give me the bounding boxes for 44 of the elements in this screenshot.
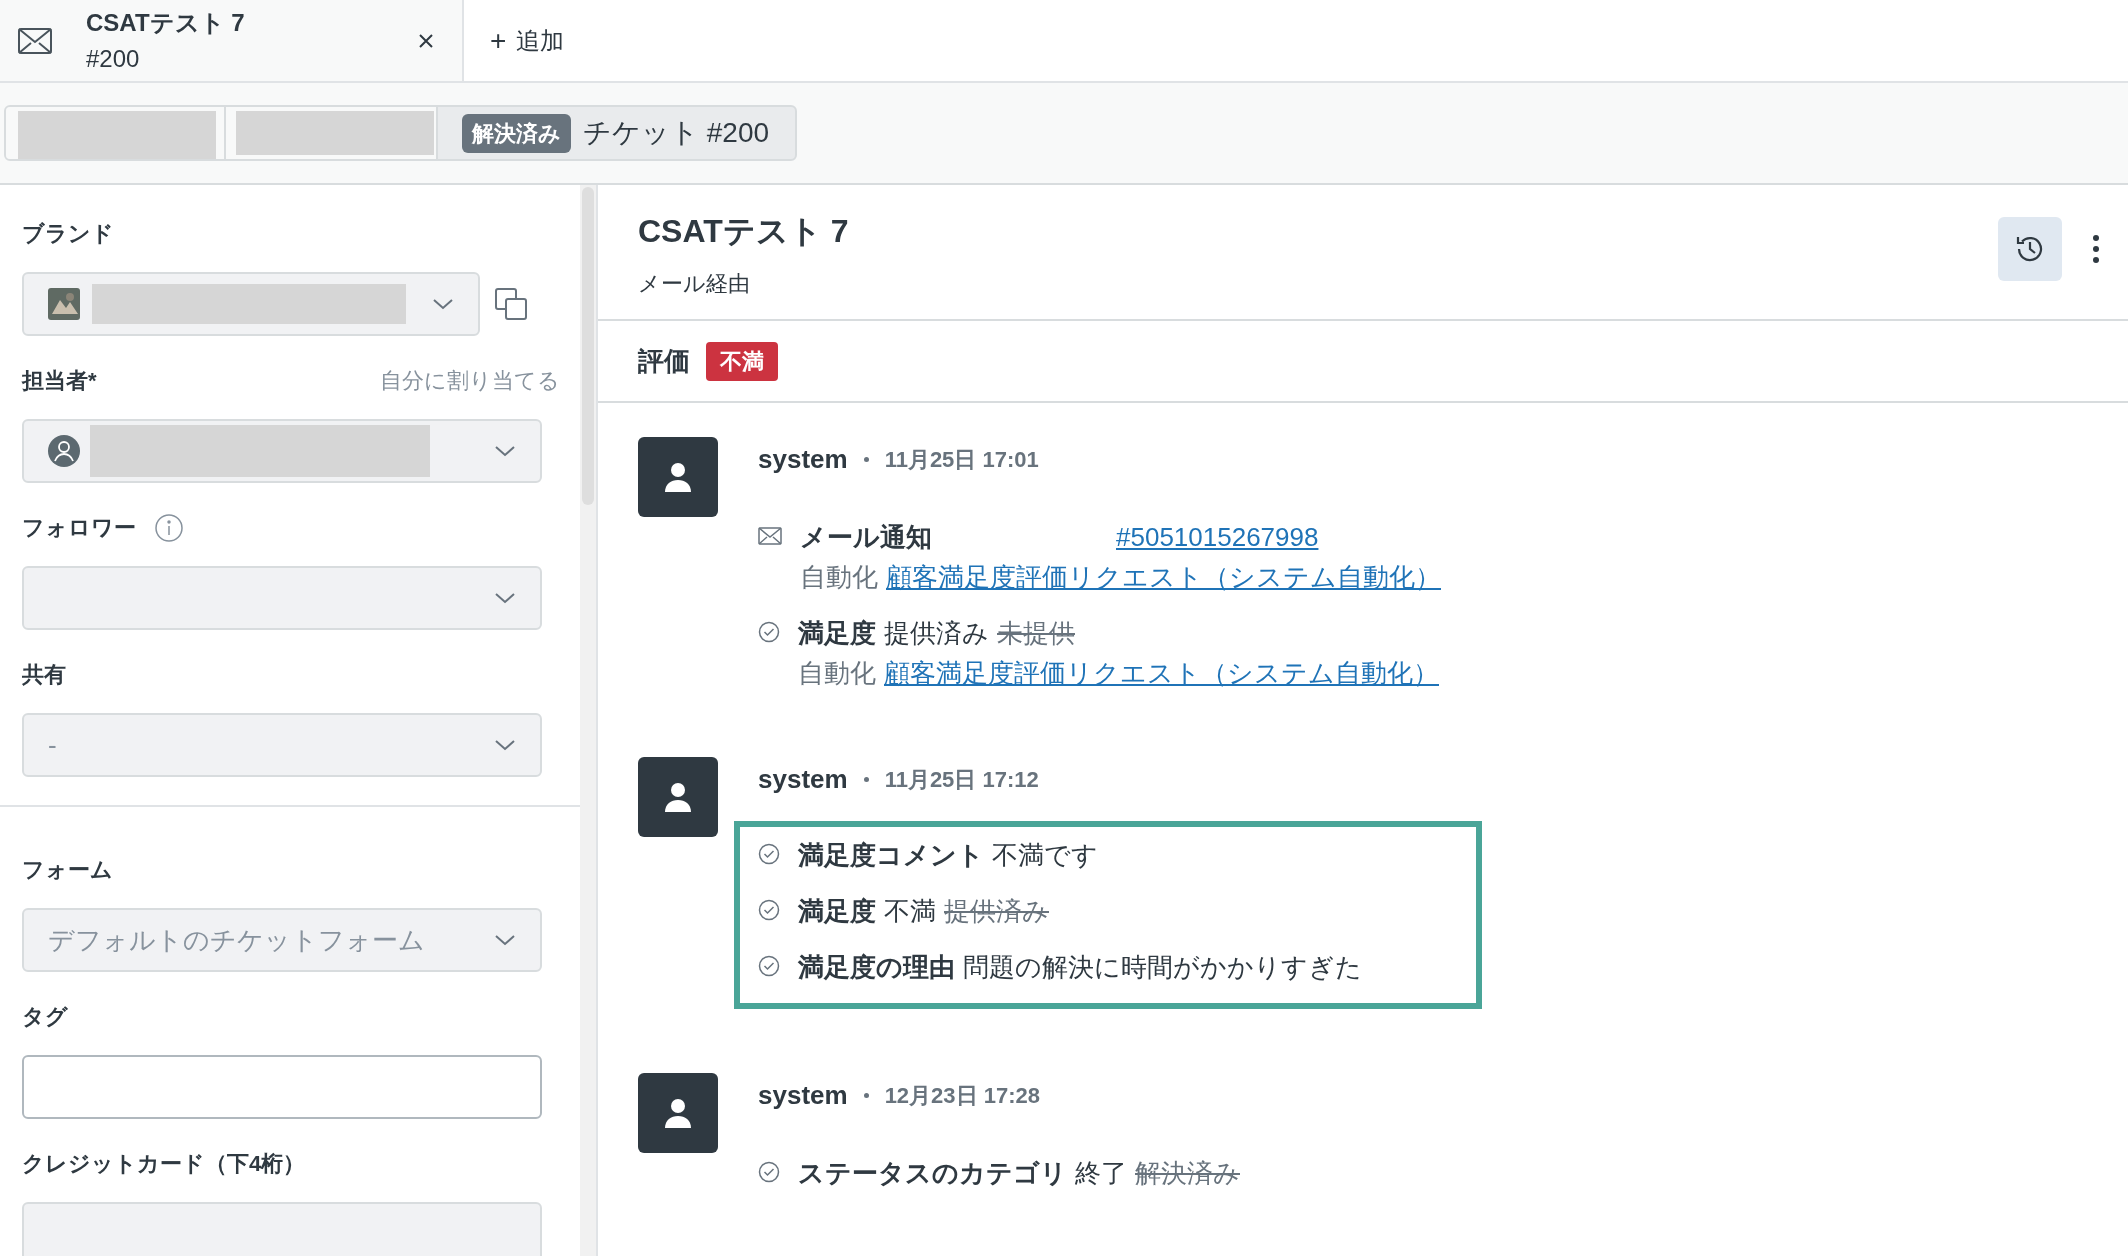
author-name: system [758, 1078, 848, 1112]
ticket-link[interactable]: #5051015267998 [1116, 517, 1319, 557]
field-label: 共有 [22, 661, 66, 689]
select-field[interactable]: デフォルトのチケットフォーム [22, 908, 542, 972]
previous-value: 解決済み [1135, 1157, 1240, 1190]
change-value: 不満です [992, 839, 1098, 872]
change-value: 問題の解決に時間がかかりすぎた [963, 951, 1362, 984]
change-value: 不満 [884, 895, 936, 928]
field-label: ブランド [22, 220, 114, 248]
via-label: 自動化 [800, 561, 878, 594]
field-label: フォロワー [22, 514, 136, 542]
field-label: クレジットカード（下4桁） [22, 1150, 306, 1178]
author-name: system [758, 762, 848, 796]
change-label: 満足度コメント [798, 839, 984, 872]
add-tab-button[interactable]: + 追加 [462, 0, 2128, 81]
field-label: タグ [22, 1003, 68, 1031]
field-label: フォーム [22, 856, 113, 884]
event-time: 11月25日 17:12 [884, 765, 1039, 794]
assign-to-me-link[interactable]: 自分に割り当てる [380, 364, 560, 397]
channel-label: メール経由 [638, 270, 751, 298]
event-time: 11月25日 17:01 [884, 445, 1039, 474]
rating-label: 評価 [638, 344, 690, 378]
rating-badge: 不満 [706, 341, 778, 381]
status-badge: 解決済み [462, 113, 571, 153]
select-field[interactable]: - [22, 713, 542, 777]
tab-title: CSATテスト 7 [86, 7, 246, 38]
change-value: 提供済み [884, 617, 989, 650]
automation-link[interactable]: 顧客満足度評価リクエスト（システム自動化） [884, 653, 1439, 693]
via-label: 自動化 [798, 657, 876, 690]
change-label: 満足度の理由 [798, 951, 955, 984]
change-label: 満足度 [798, 617, 876, 650]
ticket-title: CSATテスト 7 [638, 212, 849, 251]
event-time: 12月23日 17:28 [884, 1081, 1040, 1110]
change-label: 満足度 [798, 895, 876, 928]
change-label: メール通知 [800, 521, 932, 554]
change-label: ステータスのカテゴリ [798, 1157, 1067, 1190]
change-value: 終了 [1075, 1157, 1127, 1190]
tab-subtitle: #200 [86, 43, 141, 74]
previous-value: 未提供 [997, 617, 1075, 650]
previous-value: 提供済み [944, 895, 1049, 928]
author-name: system [758, 442, 848, 476]
field-label: 担当者* [22, 367, 97, 395]
ticket-number[interactable]: チケット #200 [583, 112, 770, 154]
automation-link[interactable]: 顧客満足度評価リクエスト（システム自動化） [886, 557, 1441, 597]
